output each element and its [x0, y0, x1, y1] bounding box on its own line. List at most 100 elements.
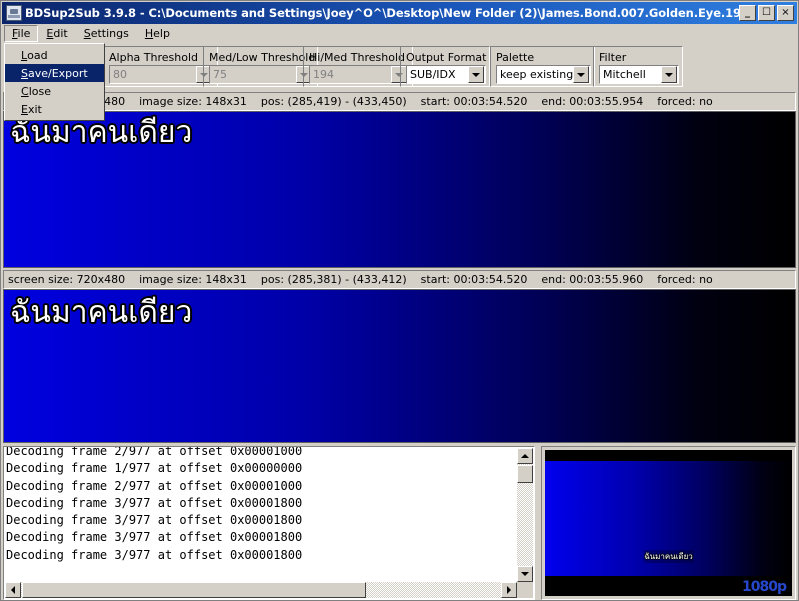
chevron-down-icon[interactable] — [468, 66, 484, 83]
menu-item-exit-mnemonic: E — [21, 102, 28, 116]
chevron-down-icon[interactable] — [573, 66, 589, 83]
hi-med-threshold-group: Hi/Med Threshold 194 — [303, 46, 413, 87]
chevron-down-icon[interactable] — [661, 66, 677, 83]
scroll-right-icon[interactable] — [501, 582, 517, 598]
minimize-icon: _ — [745, 7, 750, 18]
output-format-group: Output Format SUB/IDX — [400, 46, 490, 87]
log-horizontal-scrollbar[interactable] — [5, 582, 517, 598]
menu-bar: File Edit Settings Help — [2, 24, 797, 43]
log-line: Decoding frame 3/977 at offset 0x0000180… — [6, 513, 303, 528]
menu-settings[interactable]: Settings — [76, 25, 137, 42]
menu-item-exit[interactable]: Exit — [5, 100, 104, 118]
hi-med-threshold-label: Hi/Med Threshold — [309, 51, 405, 64]
menu-settings-label: ettings — [90, 27, 129, 40]
output-format-value: SUB/IDX — [410, 68, 456, 81]
file-dropdown-menu[interactable]: Load Save/Export Close Exit — [4, 43, 105, 121]
close-button[interactable]: × — [777, 5, 794, 21]
log-panel[interactable]: Decoding frame 2/977 at offset 0x0000100… — [3, 446, 535, 600]
vertical-scroll-thumb[interactable] — [517, 465, 533, 483]
med-low-threshold-combo[interactable]: 75 — [209, 65, 314, 84]
output-format-combo[interactable]: SUB/IDX — [406, 65, 486, 84]
menu-item-close[interactable]: Close — [5, 82, 104, 100]
menu-help[interactable]: Help — [137, 25, 178, 42]
app-window: BDSup2Sub 3.9.8 - C:\Documents and Setti… — [0, 0, 799, 601]
log-line: Decoding frame 3/977 at offset 0x0000180… — [6, 547, 303, 562]
palette-value: keep existing — [500, 68, 573, 81]
status-top-image-size: image size: 148x31 — [139, 95, 247, 108]
title-bar[interactable]: BDSup2Sub 3.9.8 - C:\Documents and Setti… — [2, 2, 797, 24]
med-low-threshold-group: Med/Low Threshold 75 — [203, 46, 318, 87]
log-line: Decoding frame 2/977 at offset 0x0000100… — [6, 478, 303, 493]
menu-item-save-export-label: ave/Export — [27, 66, 88, 80]
log-line: Decoding frame 2/977 at offset 0x0000100… — [6, 446, 303, 458]
med-low-threshold-value: 75 — [213, 68, 227, 81]
menu-item-exit-label: xit — [27, 102, 42, 116]
output-format-label: Output Format — [406, 51, 487, 64]
alpha-threshold-label: Alpha Threshold — [109, 51, 198, 64]
log-line: Decoding frame 3/977 at offset 0x0000180… — [6, 530, 303, 545]
filter-combo[interactable]: Mitchell — [599, 65, 679, 84]
alpha-threshold-value: 80 — [113, 68, 127, 81]
scrollbar-corner — [517, 582, 533, 598]
options-toolbar: Alpha Threshold 80 Med/Low Threshold 75 … — [3, 44, 796, 89]
status-top-end: end: 00:03:55.954 — [541, 95, 644, 108]
close-icon: × — [781, 7, 790, 18]
app-icon — [6, 5, 22, 21]
menu-item-save-export-mnemonic: S — [21, 66, 28, 80]
status-bottom-screen-size: screen size: 720x480 — [8, 273, 126, 286]
menu-item-close-mnemonic: C — [21, 84, 29, 98]
subtitle-text-top: ฉันมาคนเดียว — [10, 115, 193, 150]
minimize-button[interactable]: _ — [739, 5, 756, 21]
maximize-button[interactable]: ☐ — [758, 5, 775, 21]
video-canvas: ฉันมาคนเดียว 1080p — [545, 450, 792, 596]
alpha-threshold-combo[interactable]: 80 — [109, 65, 214, 84]
scroll-up-icon[interactable] — [517, 448, 533, 464]
subtitle-text-bottom: ฉันมาคนเดียว — [10, 295, 193, 330]
med-low-threshold-label: Med/Low Threshold — [209, 51, 316, 64]
palette-group: Palette keep existing — [490, 46, 595, 87]
status-top-pos: pos: (285,419) - (433,450) — [260, 95, 407, 108]
status-top-forced: forced: no — [657, 95, 713, 108]
window-title: BDSup2Sub 3.9.8 - C:\Documents and Setti… — [25, 6, 739, 20]
scroll-left-icon[interactable] — [5, 582, 21, 598]
horizontal-scroll-thumb[interactable] — [22, 582, 366, 598]
log-vertical-scrollbar[interactable] — [517, 448, 533, 582]
video-preview-panel[interactable]: ฉันมาคนเดียว 1080p — [541, 446, 796, 600]
maximize-icon: ☐ — [762, 7, 771, 18]
palette-combo[interactable]: keep existing — [496, 65, 591, 84]
subtitle-preview-top[interactable]: ฉันมาคนเดียว — [3, 111, 796, 268]
palette-label: Palette — [496, 51, 535, 64]
status-bottom-end: end: 00:03:55.960 — [541, 273, 644, 286]
status-bottom-pos: pos: (285,381) - (433,412) — [260, 273, 407, 286]
filter-label: Filter — [599, 51, 627, 64]
menu-help-label: elp — [153, 27, 170, 40]
video-watermark: 1080p — [742, 579, 787, 595]
menu-help-mnemonic: H — [144, 27, 154, 40]
status-top-start: start: 00:03:54.520 — [420, 95, 528, 108]
filter-group: Filter Mitchell — [593, 46, 683, 87]
menu-file[interactable]: File — [4, 25, 39, 42]
hi-med-threshold-combo[interactable]: 194 — [309, 65, 409, 84]
status-bar-top: screen size: 720x480 image size: 148x31 … — [3, 92, 796, 111]
menu-settings-mnemonic: S — [83, 27, 91, 40]
window-controls: _ ☐ × — [739, 5, 794, 21]
menu-item-close-label: lose — [28, 84, 51, 98]
menu-item-load[interactable]: Load — [5, 46, 104, 64]
menu-item-save-export[interactable]: Save/Export — [5, 64, 104, 82]
menu-item-load-label: oad — [27, 48, 48, 62]
status-bottom-start: start: 00:03:54.520 — [420, 273, 528, 286]
subtitle-preview-bottom[interactable]: ฉันมาคนเดียว — [3, 289, 796, 443]
alpha-threshold-group: Alpha Threshold 80 — [103, 46, 218, 87]
filter-value: Mitchell — [603, 68, 646, 81]
menu-edit-label: dit — [53, 27, 68, 40]
hi-med-threshold-value: 194 — [313, 68, 334, 81]
log-lines: Decoding frame 2/977 at offset 0x0000100… — [6, 446, 516, 564]
video-subtitle-text: ฉันมาคนเดียว — [643, 550, 694, 563]
menu-file-label: ile — [17, 27, 31, 40]
scroll-down-icon[interactable] — [517, 566, 533, 582]
status-bottom-forced: forced: no — [657, 273, 713, 286]
status-bottom-image-size: image size: 148x31 — [139, 273, 247, 286]
menu-edit[interactable]: Edit — [38, 25, 75, 42]
log-line: Decoding frame 1/977 at offset 0x0000000… — [6, 461, 303, 476]
log-line: Decoding frame 3/977 at offset 0x0000180… — [6, 495, 303, 510]
